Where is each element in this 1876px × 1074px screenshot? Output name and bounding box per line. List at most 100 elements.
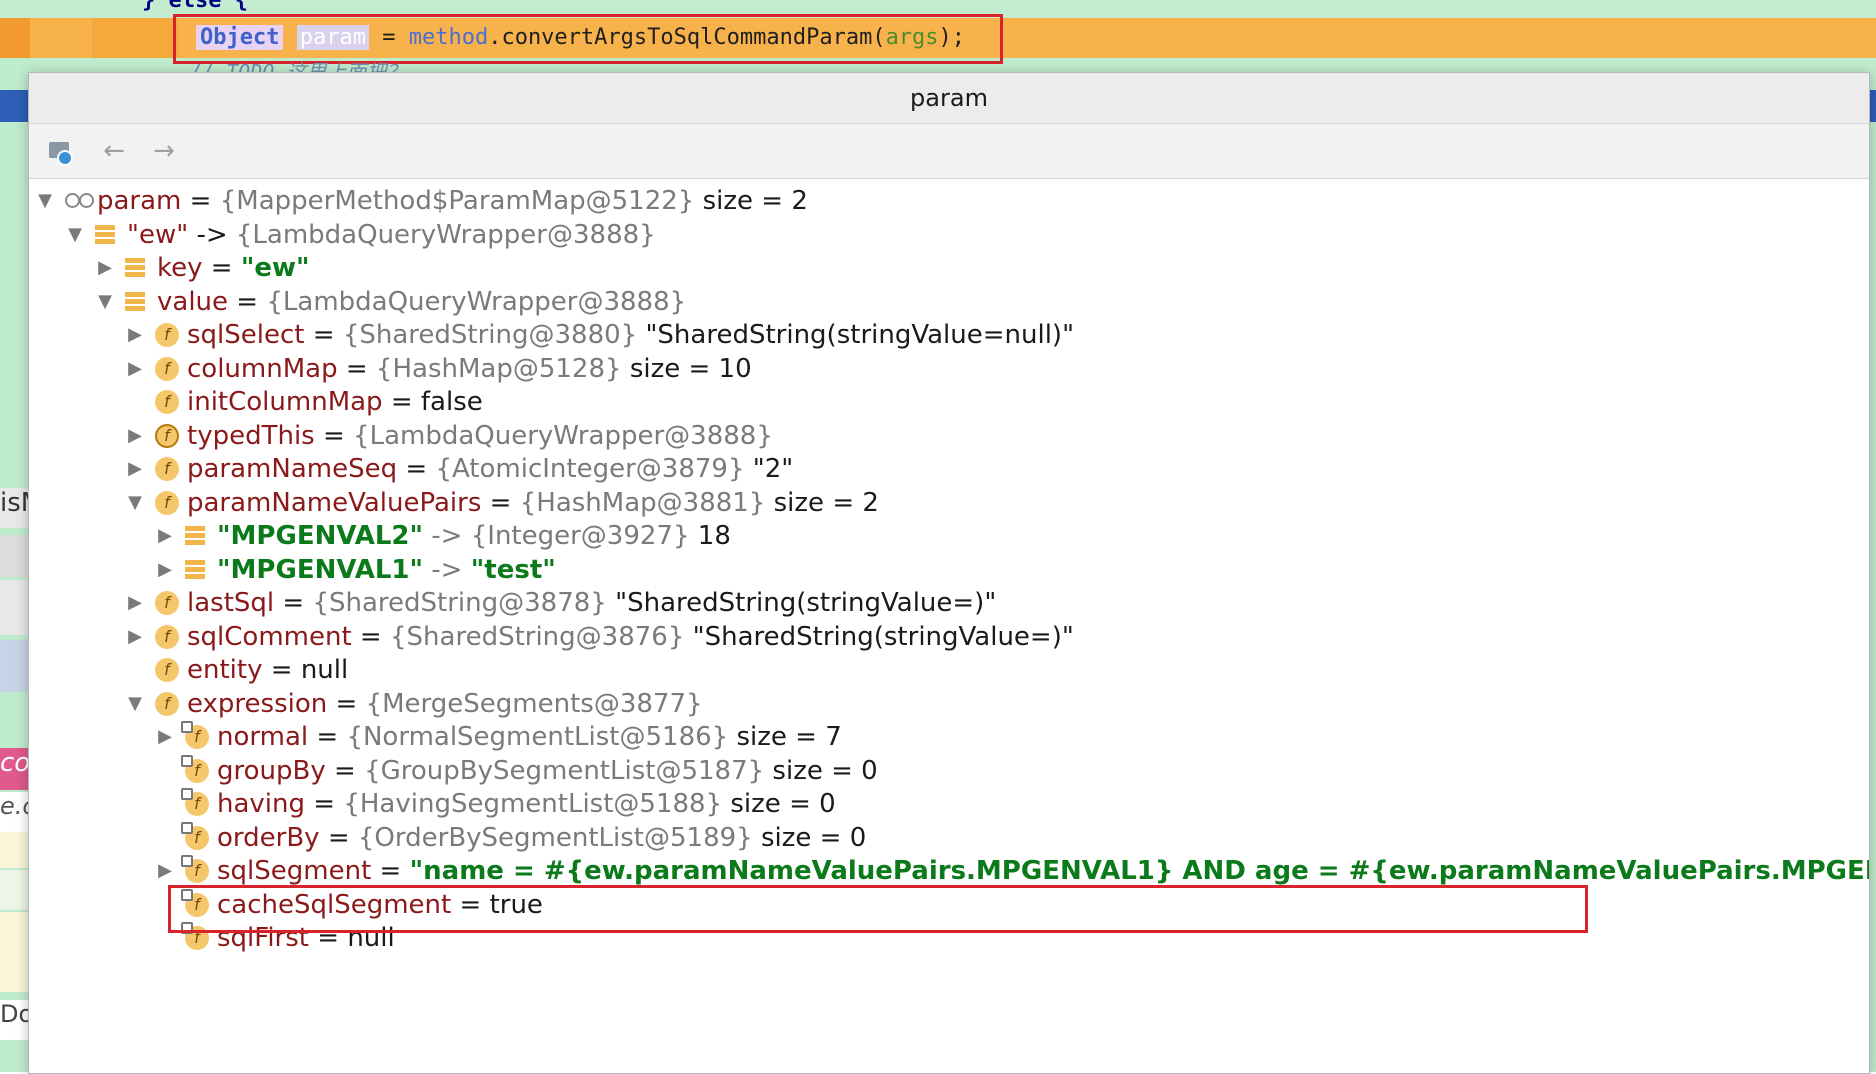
variable-operator: =: [351, 621, 390, 652]
map-entry-icon: [95, 224, 115, 245]
variable-value: 18: [689, 521, 731, 551]
object-reference: {NormalSegmentList@5186}: [346, 722, 729, 752]
field-icon: f: [155, 691, 179, 716]
variable-operator: =: [304, 320, 343, 350]
side-fragment-blue: [0, 640, 30, 692]
variable-name: value: [157, 286, 229, 317]
object-reference: {Integer@3927}: [470, 521, 690, 551]
variable-name: expression: [187, 688, 328, 719]
variable-name: "ew": [127, 219, 189, 250]
field-icon: f: [181, 721, 209, 749]
field-icon: f: [155, 323, 179, 347]
final-lock-icon: [181, 855, 193, 867]
side-fragment-grey: [0, 580, 30, 635]
arrow-right-icon[interactable]: →: [147, 134, 181, 168]
variable-operator: =: [202, 253, 241, 283]
final-lock-icon: [181, 788, 193, 800]
map-entry-icon: [125, 258, 145, 278]
left-blue-strip: [0, 90, 30, 122]
variable-value: "ew": [240, 253, 310, 283]
object-reference: {MergeSegments@3877}: [365, 688, 703, 719]
object-reference: {OrderBySegmentList@5189}: [357, 822, 753, 853]
field-icon: f: [181, 788, 209, 816]
variable-name: groupBy: [217, 755, 326, 786]
variable-operator: =: [371, 856, 410, 886]
variable-value: size = 2: [765, 487, 879, 518]
variable-value: "name = #{ew.paramNameValuePairs.MPGENVA…: [409, 856, 1869, 886]
variable-name: initColumnMap: [187, 387, 383, 417]
side-fragment-green: [0, 870, 30, 910]
variable-operator: =: [327, 688, 366, 719]
field-icon: f: [155, 423, 179, 448]
field-icon: f: [155, 591, 179, 615]
arrow-left-icon[interactable]: ←: [97, 134, 131, 168]
variable-operator: =: [228, 286, 267, 317]
object-reference: {LambdaQueryWrapper@3888}: [235, 219, 656, 250]
object-reference: {HavingSegmentList@5188}: [343, 789, 723, 819]
object-reference: {SharedString@3880}: [342, 320, 638, 350]
object-reference: {LambdaQueryWrapper@3888}: [353, 420, 773, 451]
final-lock-icon: [181, 721, 193, 733]
variable-operator: =: [274, 588, 313, 618]
sqlsegment-highlight-box: [168, 885, 1588, 933]
variable-operator: =: [337, 353, 376, 384]
field-icon: f: [155, 624, 179, 649]
variable-name: "MPGENVAL1": [217, 554, 424, 585]
variable-name: sqlSelect: [187, 320, 305, 350]
object-reference: {SharedString@3876}: [390, 621, 685, 652]
variable-operator: =: [314, 420, 354, 451]
object-reference: {SharedString@3878}: [312, 588, 607, 618]
variable-name: sqlComment: [187, 621, 352, 652]
variable-name: paramNameSeq: [187, 454, 398, 484]
variable-name: "MPGENVAL2": [217, 521, 424, 551]
object-reference: {HashMap@3881}: [519, 487, 766, 518]
variable-value: size = 2: [694, 186, 808, 216]
variable-inspector-popup: param ← → ▼ param = {MapperMethod$ParamMa…: [28, 72, 1870, 1074]
object-reference: {GroupBySegmentList@5187}: [364, 755, 765, 786]
map-entry-icon: [185, 559, 205, 580]
field-icon: f: [155, 390, 179, 414]
popup-title: param: [29, 73, 1869, 124]
side-fragment-eo: e.o: [0, 792, 30, 832]
variable-operator: =: [262, 655, 301, 685]
final-lock-icon: [181, 821, 193, 834]
variable-operator: =: [319, 822, 358, 853]
variable-operator: ->: [423, 554, 471, 585]
gutter-execution-marker: [0, 18, 30, 58]
variable-operator: =: [397, 454, 436, 484]
object-reference: {LambdaQueryWrapper@3888}: [266, 286, 687, 317]
field-icon: f: [155, 356, 179, 381]
field-icon: f: [181, 821, 209, 850]
variable-value: size = 0: [722, 789, 836, 819]
variable-value: size = 7: [728, 722, 842, 752]
side-fragment-yellow: [0, 912, 30, 992]
object-reference: {MapperMethod$ParamMap@5122}: [219, 186, 695, 216]
side-fragment-grey: [0, 535, 30, 577]
variable-value: "test": [470, 554, 556, 585]
variable-name: having: [217, 789, 306, 819]
side-fragment-yellow: [0, 832, 30, 868]
variable-operator: ->: [423, 521, 471, 551]
map-entry-icon: [185, 526, 205, 546]
variable-name: normal: [217, 722, 309, 752]
variable-value: size = 0: [764, 755, 878, 786]
variable-value: "SharedString(stringValue=null)": [637, 320, 1075, 350]
add-to-watches-icon[interactable]: [43, 134, 77, 168]
variable-tree[interactable]: ▼ param = {MapperMethod$ParamMap@5122} si…: [29, 179, 1869, 1073]
variable-value: "SharedString(stringValue=)": [606, 588, 997, 618]
variable-value: false: [420, 387, 483, 417]
variable-name: orderBy: [217, 822, 320, 853]
side-fragment-cor: cor: [0, 748, 30, 790]
variable-name: sqlSegment: [217, 856, 372, 886]
variable-value: size = 0: [752, 822, 867, 853]
object-reference: {HashMap@5128}: [375, 353, 622, 384]
field-icon: f: [181, 855, 209, 883]
variable-operator: =: [382, 387, 421, 417]
variable-operator: =: [481, 487, 520, 518]
object-reference: {AtomicInteger@3879}: [435, 454, 745, 484]
side-fragment-doc: Doc: [0, 1000, 30, 1040]
gutter-line-marker: [92, 18, 178, 58]
variable-name: lastSql: [187, 588, 275, 618]
field-icon: f: [181, 754, 209, 783]
variable-operator: =: [325, 755, 365, 786]
